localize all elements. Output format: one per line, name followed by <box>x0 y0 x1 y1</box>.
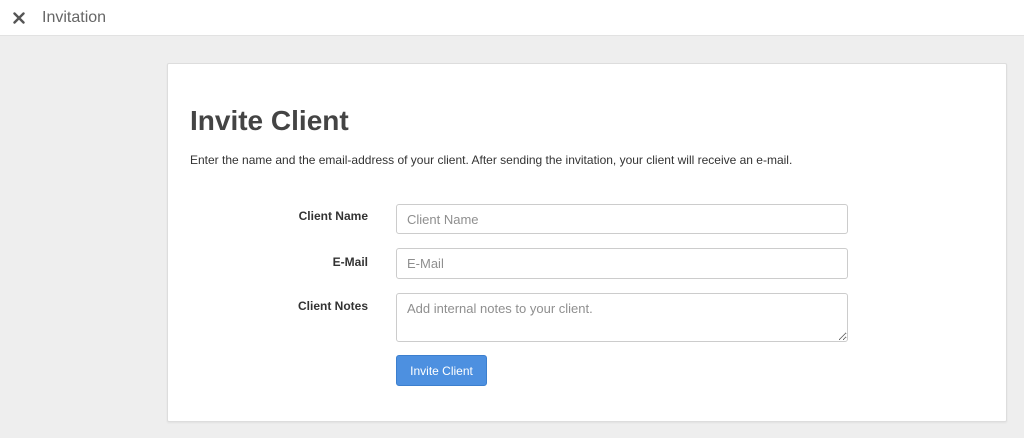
invite-client-button[interactable]: Invite Client <box>396 355 487 386</box>
close-icon[interactable] <box>12 11 26 25</box>
page-title: Invite Client <box>190 105 349 136</box>
page-description: Enter the name and the email-address of … <box>190 153 793 167</box>
invite-card: Invite Client Enter the name and the ema… <box>167 63 1007 422</box>
client-name-label: Client Name <box>298 209 368 223</box>
topbar-title: Invitation <box>42 8 107 26</box>
email-label: E-Mail <box>332 255 368 269</box>
email-input[interactable] <box>396 248 848 279</box>
client-notes-label: Client Notes <box>297 299 368 313</box>
client-name-input[interactable] <box>396 204 848 234</box>
top-bar: Invitation <box>0 0 1024 36</box>
client-notes-textarea[interactable] <box>396 293 848 342</box>
